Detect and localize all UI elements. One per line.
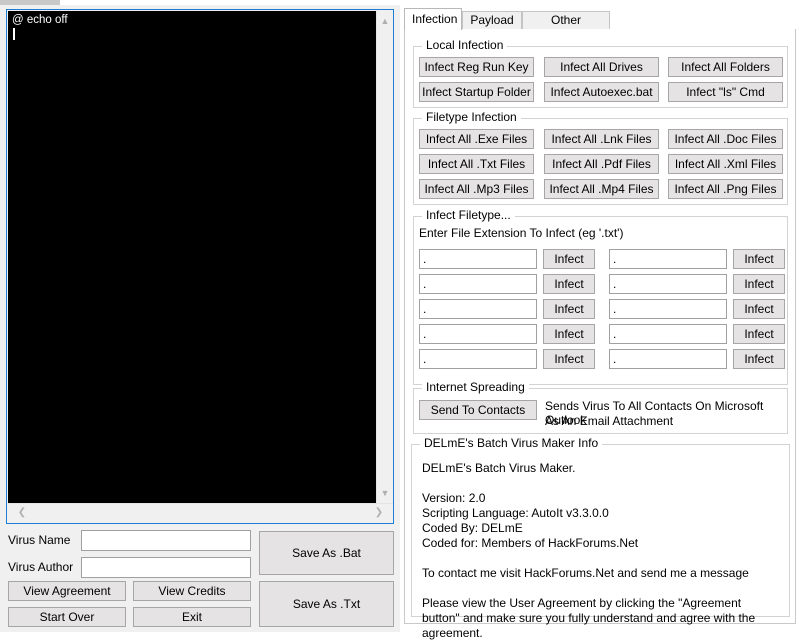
extension-input-1[interactable]	[419, 249, 537, 269]
infect-autoexec-bat-button[interactable]: Infect Autoexec.bat	[544, 82, 659, 102]
infect-extension-button-2[interactable]: Infect	[733, 249, 785, 269]
extension-input-3[interactable]	[419, 274, 537, 294]
info-title: DELmE's Batch Virus Maker Info	[420, 437, 603, 450]
infect-all-folders-button[interactable]: Infect All Folders	[668, 57, 783, 77]
extension-input-2[interactable]	[609, 249, 727, 269]
console-text: @ echo off	[12, 14, 68, 26]
infect-extension-button-4[interactable]: Infect	[733, 274, 785, 294]
filetype-infection-title: Filetype Infection	[422, 111, 521, 124]
script-preview-console[interactable]: @ echo off ▲ ▼ ❮ ❯	[6, 9, 394, 524]
extension-input-7[interactable]	[419, 324, 537, 344]
filetype-infection-group: Filetype Infection Infect All .Exe Files…	[413, 111, 788, 205]
chevron-down-icon[interactable]: ▼	[377, 485, 393, 501]
virus-author-input[interactable]	[81, 557, 251, 578]
infect-startup-folder-button[interactable]: Infect Startup Folder	[419, 82, 534, 102]
local-infection-group: Local Infection Infect Reg Run Key Infec…	[413, 39, 788, 108]
infect-all-lnk-files-button[interactable]: Infect All .Lnk Files	[544, 129, 659, 149]
tab-payload[interactable]: Payload	[462, 11, 522, 29]
tab-strip: Infection Payload Other Options	[404, 8, 796, 44]
infect-all-pdf-files-button[interactable]: Infect All .Pdf Files	[544, 154, 659, 174]
console-horizontal-scrollbar[interactable]: ❮ ❯	[8, 503, 393, 522]
infect-all-xml-files-button[interactable]: Infect All .Xml Files	[668, 154, 783, 174]
infect-filetype-group: Infect Filetype... Enter File Extension …	[413, 209, 788, 385]
console-vertical-scrollbar[interactable]: ▲ ▼	[376, 11, 392, 503]
extension-input-4[interactable]	[609, 274, 727, 294]
internet-spreading-description-line2: As An Email Attachment	[545, 414, 674, 428]
info-body-text: DELmE's Batch Virus Maker. Version: 2.0 …	[422, 461, 756, 640]
infect-all-png-files-button[interactable]: Infect All .Png Files	[668, 179, 783, 199]
tab-other-options[interactable]: Other Options	[522, 11, 610, 44]
virus-author-label: Virus Author	[8, 560, 74, 574]
save-as-txt-button[interactable]: Save As .Txt	[259, 581, 394, 627]
extension-input-6[interactable]	[609, 299, 727, 319]
infect-all-txt-files-button[interactable]: Infect All .Txt Files	[419, 154, 534, 174]
save-as-bat-button[interactable]: Save As .Bat	[259, 531, 394, 575]
infect-extension-button-9[interactable]: Infect	[543, 349, 595, 369]
extension-input-10[interactable]	[609, 349, 727, 369]
left-pane: @ echo off ▲ ▼ ❮ ❯ Virus Name Virus Auth…	[0, 5, 400, 632]
send-to-contacts-button[interactable]: Send To Contacts	[419, 400, 537, 420]
virus-name-label: Virus Name	[8, 533, 71, 547]
tab-infection[interactable]: Infection	[404, 8, 462, 30]
virus-name-input[interactable]	[81, 530, 251, 551]
infect-extension-button-8[interactable]: Infect	[733, 324, 785, 344]
infect-extension-button-6[interactable]: Infect	[733, 299, 785, 319]
internet-spreading-title: Internet Spreading	[422, 381, 529, 394]
extension-input-9[interactable]	[419, 349, 537, 369]
info-group: DELmE's Batch Virus Maker Info DELmE's B…	[411, 437, 790, 640]
infect-all-doc-files-button[interactable]: Infect All .Doc Files	[668, 129, 783, 149]
infect-all-mp4-files-button[interactable]: Infect All .Mp4 Files	[544, 179, 659, 199]
console-body[interactable]: @ echo off	[8, 11, 377, 503]
infect-all-mp3-files-button[interactable]: Infect All .Mp3 Files	[419, 179, 534, 199]
infect-reg-run-key-button[interactable]: Infect Reg Run Key	[419, 57, 534, 77]
infect-filetype-instruction: Enter File Extension To Infect (eg '.txt…	[419, 226, 624, 240]
infect-ls-cmd-button[interactable]: Infect "ls" Cmd	[668, 82, 783, 102]
chevron-up-icon[interactable]: ▲	[377, 13, 393, 29]
chevron-right-icon[interactable]: ❯	[371, 505, 387, 521]
infect-extension-button-7[interactable]: Infect	[543, 324, 595, 344]
infect-extension-button-1[interactable]: Infect	[543, 249, 595, 269]
infect-extension-button-3[interactable]: Infect	[543, 274, 595, 294]
internet-spreading-group: Internet Spreading Send To Contacts Send…	[413, 381, 788, 434]
infect-extension-button-5[interactable]: Infect	[543, 299, 595, 319]
tab-panel-infection: Local Infection Infect Reg Run Key Infec…	[404, 29, 796, 640]
right-pane: Infection Payload Other Options Local In…	[404, 8, 796, 640]
infect-all-exe-files-button[interactable]: Infect All .Exe Files	[419, 129, 534, 149]
extension-input-5[interactable]	[419, 299, 537, 319]
extension-input-8[interactable]	[609, 324, 727, 344]
infect-extension-button-10[interactable]: Infect	[733, 349, 785, 369]
local-infection-title: Local Infection	[422, 39, 508, 52]
exit-button[interactable]: Exit	[133, 607, 251, 627]
infect-filetype-title: Infect Filetype...	[422, 209, 515, 222]
view-credits-button[interactable]: View Credits	[133, 581, 251, 601]
start-over-button[interactable]: Start Over	[8, 607, 126, 627]
view-agreement-button[interactable]: View Agreement	[8, 581, 126, 601]
infect-all-drives-button[interactable]: Infect All Drives	[544, 57, 659, 77]
chevron-left-icon[interactable]: ❮	[14, 505, 30, 521]
text-caret	[13, 28, 15, 40]
